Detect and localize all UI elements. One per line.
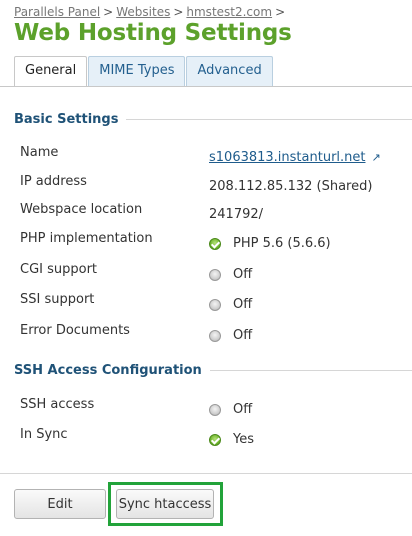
tab-advanced[interactable]: Advanced <box>186 56 273 86</box>
field-value-name: s1063813.instanturl.net ↗ <box>209 150 381 165</box>
field-label-php-implementation: PHP implementation <box>20 231 153 246</box>
breadcrumb: Parallels Panel > Websites > hmstest2.com > <box>14 5 288 19</box>
green-check-icon <box>209 433 221 446</box>
status-text: Off <box>233 297 253 312</box>
status-text: Off <box>233 267 253 282</box>
domain-link[interactable]: s1063813.instanturl.net <box>209 150 366 165</box>
tab-bar: General MIME Types Advanced <box>14 56 274 87</box>
field-value-ip-address: 208.112.85.132 (Shared) <box>209 179 373 194</box>
field-value-ssi-support: Off <box>209 297 252 312</box>
field-value-error-documents: Off <box>209 328 252 343</box>
edit-button[interactable]: Edit <box>14 489 106 519</box>
grey-dot-icon <box>209 268 221 281</box>
tab-mime-types[interactable]: MIME Types <box>88 56 186 86</box>
field-value-in-sync: Yes <box>209 432 254 447</box>
section-divider <box>126 119 412 120</box>
breadcrumb-separator: > <box>173 5 184 19</box>
field-value-php-implementation: PHP 5.6 (5.6.6) <box>209 236 331 251</box>
grey-dot-icon <box>209 329 221 342</box>
grey-dot-icon <box>209 298 221 311</box>
status-text: Yes <box>233 432 254 447</box>
footer-divider <box>0 473 412 474</box>
section-divider <box>209 370 412 371</box>
php-version-text: PHP 5.6 (5.6.6) <box>233 236 331 251</box>
section-title-ssh-access: SSH Access Configuration <box>14 363 412 378</box>
field-value-cgi-support: Off <box>209 267 252 282</box>
green-check-icon <box>209 237 221 250</box>
section-title-text: SSH Access Configuration <box>14 363 202 378</box>
breadcrumb-link-websites[interactable]: Websites <box>116 5 170 19</box>
field-value-webspace-location: 241792/ <box>209 207 264 222</box>
sync-htaccess-button[interactable]: Sync htaccess <box>116 489 214 519</box>
tab-general[interactable]: General <box>14 56 88 87</box>
field-label-error-documents: Error Documents <box>20 323 130 338</box>
field-label-ssi-support: SSI support <box>20 292 95 307</box>
status-text: Off <box>233 328 253 343</box>
tab-divider <box>0 86 412 87</box>
page-title: Web Hosting Settings <box>14 20 292 46</box>
field-label-ssh-access: SSH access <box>20 397 95 412</box>
field-label-in-sync: In Sync <box>20 427 68 442</box>
breadcrumb-link-parallels-panel[interactable]: Parallels Panel <box>14 5 100 19</box>
section-title-text: Basic Settings <box>14 112 119 127</box>
field-value-ssh-access: Off <box>209 402 252 417</box>
grey-dot-icon <box>209 403 221 416</box>
field-label-cgi-support: CGI support <box>20 262 98 277</box>
status-text: Off <box>233 402 253 417</box>
breadcrumb-link-domain[interactable]: hmstest2.com <box>186 5 272 19</box>
section-title-basic-settings: Basic Settings <box>14 112 412 127</box>
external-link-icon[interactable]: ↗ <box>372 151 381 164</box>
field-label-ip-address: IP address <box>20 174 87 189</box>
breadcrumb-separator: > <box>275 5 286 19</box>
breadcrumb-separator: > <box>103 5 114 19</box>
field-label-webspace-location: Webspace location <box>20 202 143 217</box>
field-label-name: Name <box>20 145 59 160</box>
